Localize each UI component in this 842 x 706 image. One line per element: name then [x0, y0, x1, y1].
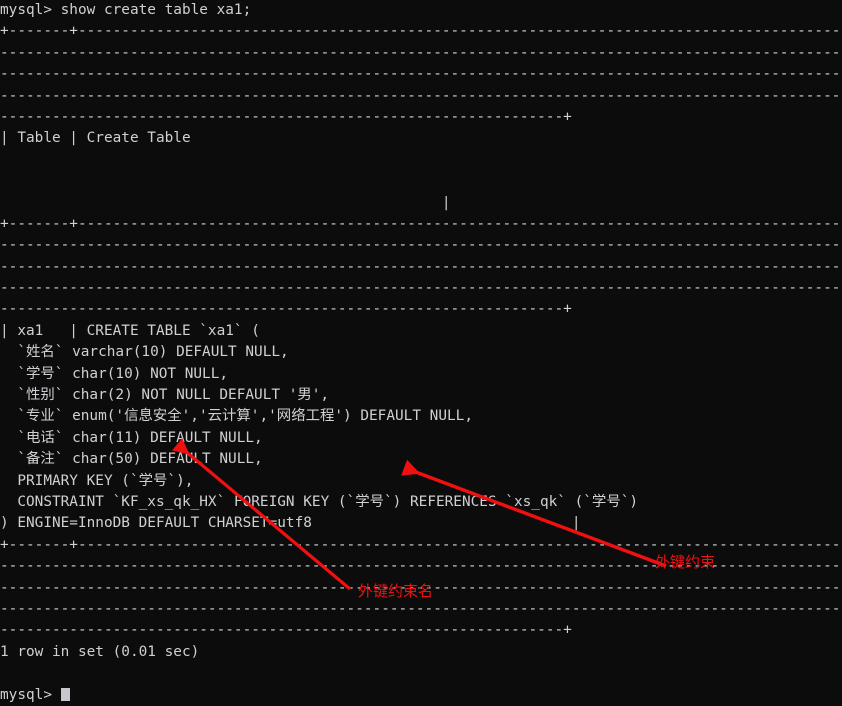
- terminal-line: ----------------------------------------…: [0, 66, 842, 83]
- terminal-line: ----------------------------------------…: [0, 108, 572, 125]
- terminal-line: +-------+-------------------------------…: [0, 23, 842, 40]
- terminal-line: mysql>: [0, 685, 842, 706]
- terminal-line: +-------+-------------------------------…: [0, 215, 842, 232]
- terminal-line: `备注` char(50) DEFAULT NULL,: [0, 451, 263, 468]
- terminal-line: ----------------------------------------…: [0, 280, 842, 297]
- annotation-label-constraint-name: 外键约束名: [358, 582, 434, 600]
- terminal-line: | xa1 | CREATE TABLE `xa1` (: [0, 322, 260, 339]
- terminal-line: ----------------------------------------…: [0, 44, 842, 61]
- terminal-line: ) ENGINE=InnoDB DEFAULT CHARSET=utf8 |: [0, 515, 581, 532]
- terminal-line: | Table | Create Table: [0, 130, 191, 147]
- terminal-line: ----------------------------------------…: [0, 237, 842, 254]
- terminal-output[interactable]: mysql> show create table xa1; +-------+--…: [0, 0, 842, 703]
- terminal-line: `学号` char(10) NOT NULL,: [0, 365, 229, 382]
- terminal-line: `专业` enum('信息安全','云计算','网络工程') DEFAULT N…: [0, 408, 473, 425]
- text-cursor: [60, 687, 70, 701]
- terminal-line: ----------------------------------------…: [0, 87, 842, 104]
- terminal-line: ----------------------------------------…: [0, 622, 572, 639]
- terminal-line: `性别` char(2) NOT NULL DEFAULT '男',: [0, 387, 330, 404]
- terminal-line: ----------------------------------------…: [0, 258, 842, 275]
- terminal-line: 1 row in set (0.01 sec): [0, 643, 200, 660]
- terminal-line: `姓名` varchar(10) DEFAULT NULL,: [0, 344, 289, 361]
- terminal-line: |: [0, 194, 451, 211]
- terminal-line: ----------------------------------------…: [0, 558, 842, 575]
- terminal-line: +-------+-------------------------------…: [0, 536, 842, 553]
- terminal-line: PRIMARY KEY (`学号`),: [0, 472, 194, 489]
- terminal-line: ----------------------------------------…: [0, 301, 572, 318]
- annotation-label-foreign-key: 外键约束: [655, 553, 716, 571]
- terminal-line: `电话` char(11) DEFAULT NULL,: [0, 429, 263, 446]
- terminal-line: CONSTRAINT `KF_xs_qk_HX` FOREIGN KEY (`学…: [0, 493, 639, 510]
- terminal-line: mysql> show create table xa1;: [0, 2, 252, 18]
- terminal-line: ----------------------------------------…: [0, 600, 842, 617]
